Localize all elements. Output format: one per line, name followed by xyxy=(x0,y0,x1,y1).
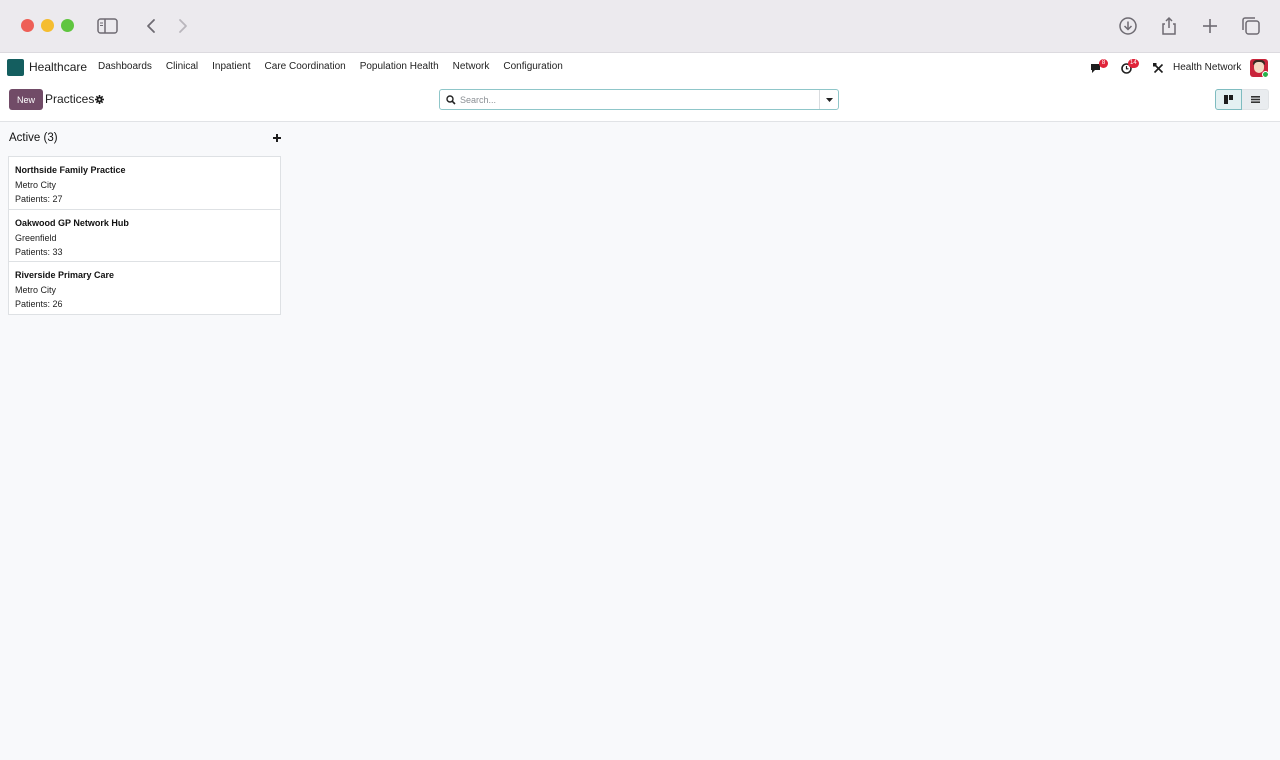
user-avatar[interactable] xyxy=(1250,59,1268,77)
practice-name: Northside Family Practice xyxy=(15,165,126,175)
list-icon xyxy=(1250,96,1260,103)
download-icon[interactable] xyxy=(1116,14,1140,38)
menu-item-care-coordination[interactable]: Care Coordination xyxy=(265,61,346,72)
search-input[interactable] xyxy=(460,92,820,107)
window-minimize-button[interactable] xyxy=(41,19,54,32)
app-brand-name[interactable]: Healthcare xyxy=(29,60,87,74)
messages-button[interactable]: 8 xyxy=(1090,53,1110,83)
main-menu: Dashboards Clinical Inpatient Care Coord… xyxy=(98,61,563,72)
practice-city: Metro City xyxy=(15,180,57,190)
menu-item-dashboards[interactable]: Dashboards xyxy=(98,61,152,72)
online-status-icon xyxy=(1262,71,1268,77)
search-bar xyxy=(439,89,839,110)
tab-overview-icon[interactable] xyxy=(1239,14,1263,38)
menu-item-population-health[interactable]: Population Health xyxy=(360,61,439,72)
activities-button[interactable]: 14 xyxy=(1121,53,1145,83)
practice-name: Oakwood GP Network Hub xyxy=(15,217,129,228)
app-logo-icon[interactable] xyxy=(7,59,24,76)
new-tab-icon[interactable] xyxy=(1198,14,1222,38)
activities-count-badge: 14 xyxy=(1128,59,1139,68)
practice-city: Greenfield xyxy=(15,232,57,243)
kanban-cards: Northside Family Practice Metro City Pat… xyxy=(8,156,281,315)
menu-item-configuration[interactable]: Configuration xyxy=(503,61,562,72)
back-icon[interactable] xyxy=(139,14,163,38)
kanban-card[interactable]: Oakwood GP Network Hub Greenfield Patien… xyxy=(8,208,281,262)
practice-patients: Patients: 33 xyxy=(15,246,63,257)
tools-icon xyxy=(1153,62,1164,73)
menu-item-clinical[interactable]: Clinical xyxy=(166,61,198,72)
company-switcher[interactable]: Health Network xyxy=(1173,62,1241,73)
window-close-button[interactable] xyxy=(21,19,34,32)
menu-item-network[interactable]: Network xyxy=(453,61,490,72)
gear-icon[interactable] xyxy=(95,95,104,104)
menu-item-inpatient[interactable]: Inpatient xyxy=(212,61,250,72)
kanban-card[interactable]: Northside Family Practice Metro City Pat… xyxy=(8,156,281,210)
search-icon xyxy=(446,95,456,105)
kanban-column-header[interactable]: Active (3) xyxy=(9,132,58,144)
list-view-button[interactable] xyxy=(1242,89,1269,110)
browser-toolbar xyxy=(0,0,1280,53)
messages-count-badge: 8 xyxy=(1099,59,1108,68)
window-maximize-button[interactable] xyxy=(61,19,74,32)
kanban-view-button[interactable] xyxy=(1215,89,1242,110)
practice-patients: Patients: 27 xyxy=(15,194,63,204)
plus-icon xyxy=(273,134,281,142)
control-panel: New Practices xyxy=(0,83,1280,122)
column-title: Active (3) xyxy=(9,132,58,144)
page-title: Practices xyxy=(45,92,95,106)
new-button[interactable]: New xyxy=(9,89,43,110)
practice-city: Metro City xyxy=(15,285,57,295)
sidebar-toggle-icon[interactable] xyxy=(96,14,120,38)
practice-name: Riverside Primary Care xyxy=(15,270,115,280)
kanban-icon xyxy=(1223,95,1233,104)
app-navbar: Healthcare Dashboards Clinical Inpatient… xyxy=(0,53,1280,83)
debug-tools-button[interactable] xyxy=(1153,53,1165,83)
caret-down-icon xyxy=(825,97,833,102)
share-icon[interactable] xyxy=(1157,14,1181,38)
quick-add-button[interactable] xyxy=(271,132,283,144)
search-options-toggle[interactable] xyxy=(819,90,838,109)
practice-patients: Patients: 26 xyxy=(15,299,63,309)
kanban-card[interactable]: Riverside Primary Care Metro City Patien… xyxy=(8,261,281,315)
forward-icon[interactable] xyxy=(171,14,195,38)
